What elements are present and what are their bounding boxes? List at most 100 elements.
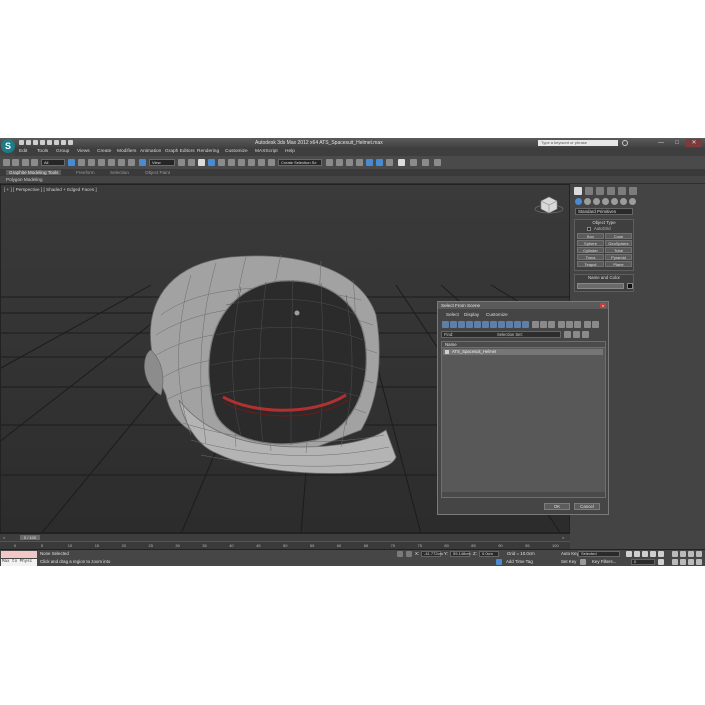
mirror-icon[interactable] — [258, 159, 265, 166]
polygon-modeling-panel[interactable]: Polygon Modeling — [6, 177, 43, 182]
menu-group[interactable]: Group — [56, 149, 69, 154]
redo-icon[interactable] — [12, 159, 19, 166]
remove-selection-set-icon[interactable] — [582, 331, 589, 338]
maximize-button[interactable]: □ — [669, 139, 685, 147]
undo-icon[interactable] — [40, 140, 45, 145]
play-icon[interactable] — [642, 551, 648, 557]
goto-start-icon[interactable] — [626, 551, 632, 557]
render-iterative-icon[interactable] — [410, 159, 417, 166]
menu-maxscript[interactable]: MAXScript — [255, 149, 278, 154]
project-folder-icon[interactable] — [68, 140, 73, 145]
select-object-icon[interactable] — [68, 159, 75, 166]
render-setup-icon[interactable] — [376, 159, 383, 166]
keyboard-shortcut-icon[interactable] — [198, 159, 205, 166]
window-crossing-icon[interactable] — [98, 159, 105, 166]
select-all-icon[interactable] — [558, 321, 565, 328]
align-icon[interactable] — [268, 159, 275, 166]
set-key-label[interactable]: Set Key — [561, 559, 576, 564]
rectangular-selection-icon[interactable] — [88, 159, 95, 166]
menu-views[interactable]: Views — [77, 149, 90, 154]
selection-filter-dropdown[interactable]: All — [41, 159, 65, 166]
tube-button[interactable]: Tube — [605, 247, 632, 253]
create-selection-set-icon[interactable] — [573, 331, 580, 338]
lights-icon[interactable] — [593, 198, 600, 205]
menu-modifiers[interactable]: Modifiers — [117, 149, 136, 154]
select-manipulate-icon[interactable] — [188, 159, 195, 166]
search-icon[interactable] — [622, 140, 628, 146]
app-logo-icon[interactable]: S — [1, 139, 15, 153]
display-xrefs-icon[interactable] — [498, 321, 505, 328]
redo-icon[interactable] — [47, 140, 52, 145]
autogrid-checkbox[interactable] — [587, 227, 591, 231]
orbit-icon[interactable] — [688, 559, 694, 565]
ok-button[interactable]: OK — [544, 503, 570, 510]
material-editor-icon[interactable] — [366, 159, 373, 166]
zoom-extents-icon[interactable] — [688, 551, 694, 557]
box-button[interactable]: Box — [577, 233, 604, 239]
selection-set-dropdown-icon[interactable] — [564, 331, 571, 338]
menu-help[interactable]: Help — [285, 149, 295, 154]
utilities-tab-icon[interactable] — [629, 187, 637, 195]
display-groups-icon[interactable] — [490, 321, 497, 328]
find-field[interactable]: Find: Selection Set: — [441, 331, 561, 338]
z-coordinate-field[interactable]: 0.0cm — [479, 551, 499, 557]
lock-selection-icon[interactable] — [397, 551, 403, 557]
dialog-menu-customize[interactable]: Customize — [486, 312, 508, 317]
menu-animation[interactable]: Animation — [140, 149, 161, 154]
display-cameras-icon[interactable] — [466, 321, 473, 328]
horizontal-scrollbar[interactable] — [442, 492, 605, 497]
maxscript-mini-listener[interactable]: Max to Physc — [1, 559, 37, 566]
minimize-button[interactable]: — — [653, 139, 669, 147]
select-dependents-icon[interactable] — [592, 321, 599, 328]
absolute-mode-icon[interactable] — [406, 551, 412, 557]
set-key-icon[interactable] — [580, 559, 586, 565]
named-selection-dropdown[interactable]: Create Selection Se — [278, 159, 322, 166]
cone-button[interactable]: Cone — [605, 233, 632, 239]
display-all-icon[interactable] — [532, 321, 539, 328]
edit-named-selection-icon[interactable] — [248, 159, 255, 166]
spinner-snap-icon[interactable] — [238, 159, 245, 166]
display-spacewarps-icon[interactable] — [482, 321, 489, 328]
modify-tab-icon[interactable] — [585, 187, 593, 195]
time-tag-icon[interactable] — [496, 559, 502, 565]
helpers-icon[interactable] — [611, 198, 618, 205]
column-header-name[interactable]: Name — [442, 342, 605, 348]
rendered-frame-window-icon[interactable] — [386, 159, 393, 166]
scene-object-list[interactable]: Name ATS_Spacesuit_Helmet — [441, 341, 606, 498]
maximize-viewport-icon[interactable] — [696, 559, 702, 565]
close-button[interactable]: ✕ — [686, 139, 702, 147]
menu-customize[interactable]: Customize — [225, 149, 248, 154]
pivot-center-icon[interactable] — [178, 159, 185, 166]
list-item[interactable]: ATS_Spacesuit_Helmet — [443, 349, 603, 355]
schematic-view-icon[interactable] — [356, 159, 363, 166]
layer-manager-icon[interactable] — [326, 159, 333, 166]
name-and-color-title[interactable]: Name and Color — [575, 275, 633, 281]
geosphere-button[interactable]: GeoSphere — [605, 240, 632, 246]
object-color-swatch[interactable] — [627, 283, 633, 289]
pan-view-icon[interactable] — [680, 559, 686, 565]
angle-snap-icon[interactable] — [218, 159, 225, 166]
key-mode-dropdown[interactable]: Selected — [578, 551, 620, 557]
percent-snap-icon[interactable] — [228, 159, 235, 166]
x-coordinate-field[interactable]: -41.772cm — [421, 551, 443, 557]
shapes-icon[interactable] — [584, 198, 591, 205]
next-frame-icon[interactable] — [650, 551, 656, 557]
add-time-tag-button[interactable]: Add Time Tag — [506, 559, 533, 564]
motion-tab-icon[interactable] — [607, 187, 615, 195]
curve-editor-icon[interactable] — [346, 159, 353, 166]
new-file-icon[interactable] — [19, 140, 24, 145]
menu-graph-editors[interactable]: Graph Editors — [165, 149, 195, 154]
y-coordinate-field[interactable]: 59.148cm — [450, 551, 471, 557]
sphere-button[interactable]: Sphere — [577, 240, 604, 246]
helmet-model[interactable] — [144, 254, 397, 474]
render-online-icon[interactable] — [434, 159, 441, 166]
display-bones-icon[interactable] — [506, 321, 513, 328]
tab-freeform[interactable]: Freeform — [76, 170, 95, 175]
display-containers-icon[interactable] — [514, 321, 521, 328]
torus-button[interactable]: Torus — [577, 254, 604, 260]
time-configuration-icon[interactable] — [658, 559, 664, 565]
fetch-icon[interactable] — [61, 140, 66, 145]
object-name-field[interactable] — [577, 283, 624, 289]
time-slider-next-icon[interactable]: > — [562, 535, 564, 540]
goto-end-icon[interactable] — [658, 551, 664, 557]
